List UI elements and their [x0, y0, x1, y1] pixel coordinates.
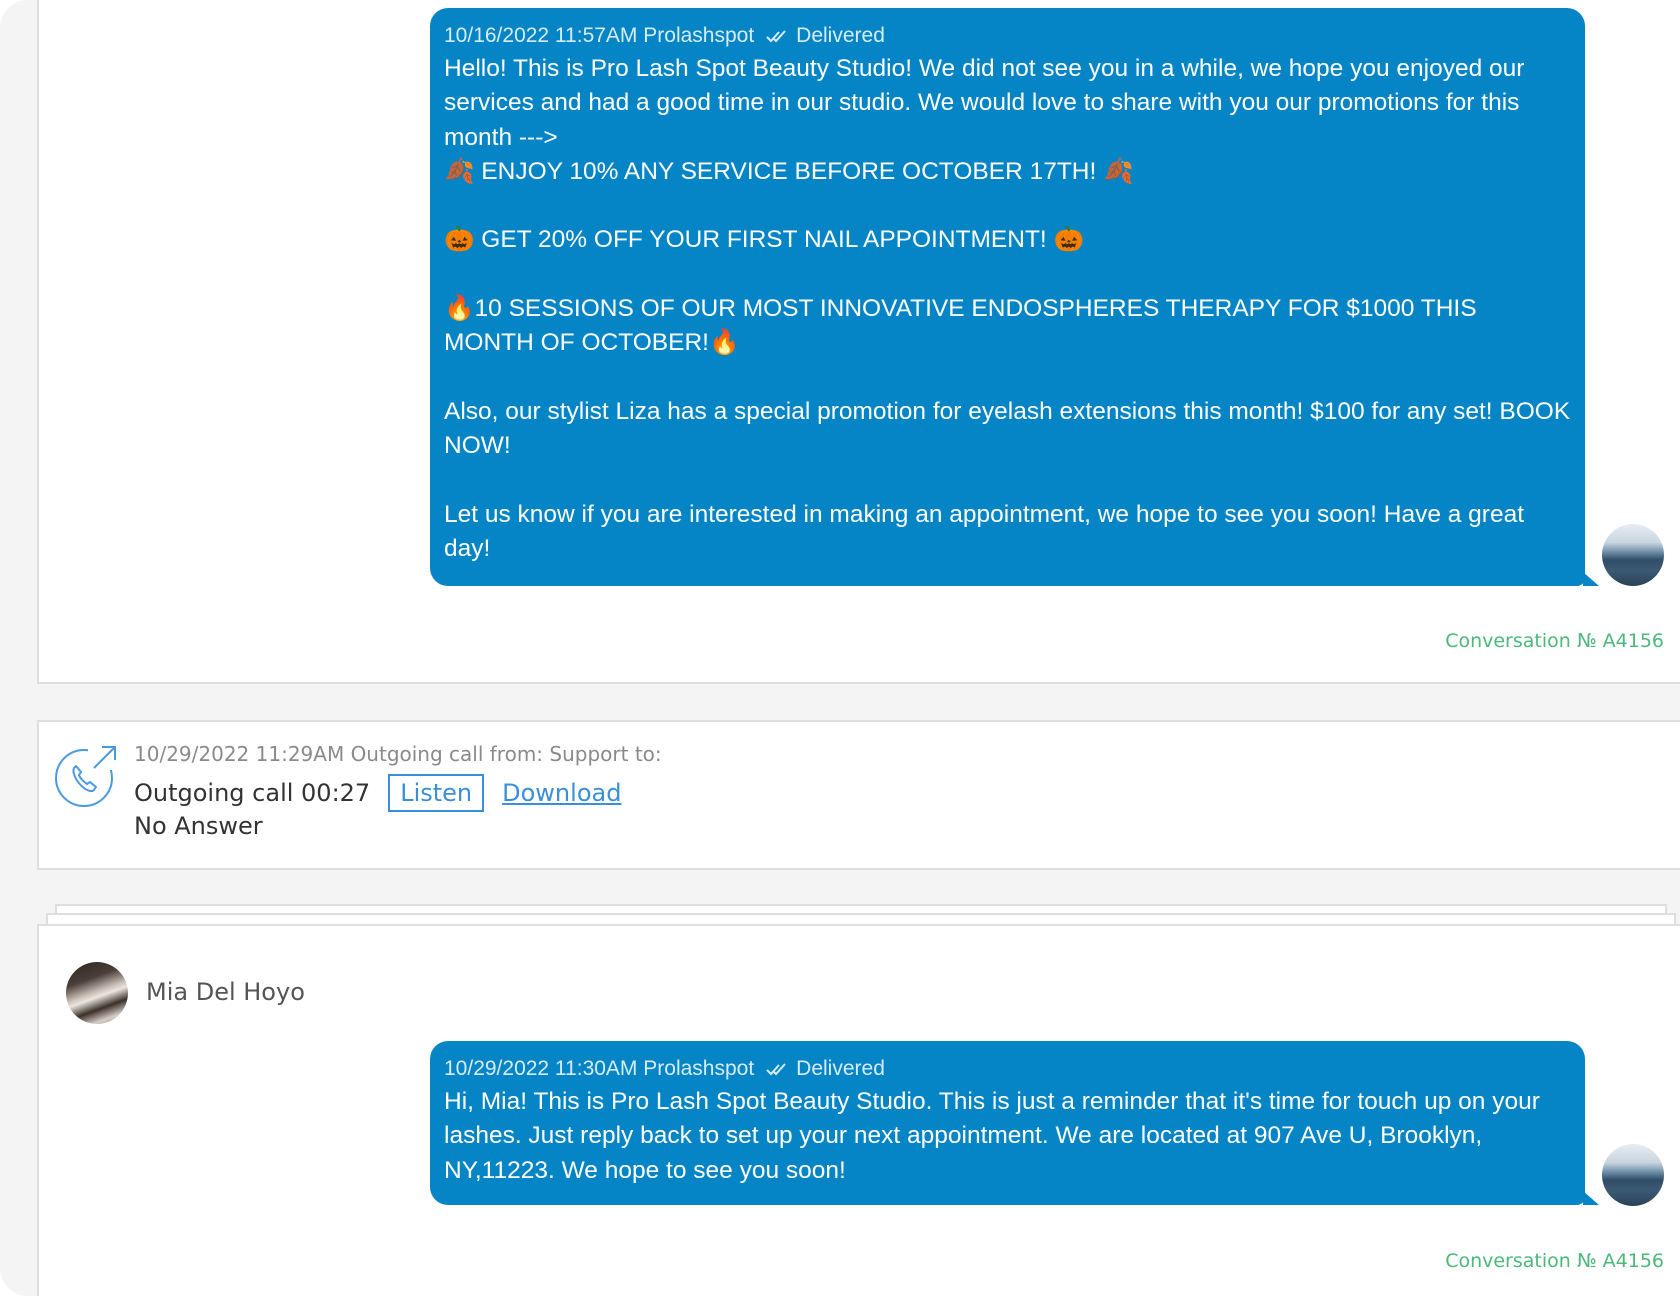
message-timestamp-sender: 10/29/2022 11:30AM Prolashspot	[444, 1057, 755, 1080]
call-duration: Outgoing call 00:27	[134, 779, 371, 807]
conversation-number-link[interactable]: Conversation № A4156	[1445, 630, 1664, 652]
call-meta: 10/29/2022 11:29AM Outgoing call from: S…	[134, 742, 662, 766]
sender-avatar	[1602, 1144, 1664, 1206]
message-body: Hello! This is Pro Lash Spot Beauty Stud…	[444, 55, 1571, 563]
delivered-check-icon	[766, 1055, 790, 1083]
sender-avatar	[1602, 524, 1664, 586]
conversation-timeline: 10/16/2022 11:57AM Prolashspot Delivered…	[0, 0, 1680, 1296]
outgoing-message-bubble: 10/29/2022 11:30AM Prolashspot Delivered…	[430, 1041, 1599, 1205]
contact-name[interactable]: Mia Del Hoyo	[146, 978, 305, 1006]
message-timestamp-sender: 10/16/2022 11:57AM Prolashspot	[444, 24, 755, 47]
call-row: Outgoing call 00:27 Listen Download	[134, 774, 621, 812]
delivery-status: Delivered	[796, 1057, 885, 1080]
outgoing-message-bubble: 10/16/2022 11:57AM Prolashspot Delivered…	[430, 8, 1599, 586]
message-body: Hi, Mia! This is Pro Lash Spot Beauty St…	[444, 1088, 1547, 1184]
call-status: No Answer	[134, 812, 263, 840]
download-link[interactable]: Download	[502, 779, 621, 807]
delivered-check-icon	[766, 22, 790, 50]
listen-button[interactable]: Listen	[388, 774, 485, 812]
contact-avatar[interactable]	[66, 962, 128, 1024]
message-meta: 10/16/2022 11:57AM Prolashspot Delivered	[444, 22, 1571, 52]
message-meta: 10/29/2022 11:30AM Prolashspot Delivered	[444, 1055, 1571, 1085]
delivery-status: Delivered	[796, 24, 885, 47]
conversation-number-link[interactable]: Conversation № A4156	[1445, 1250, 1664, 1272]
outgoing-call-icon	[54, 742, 120, 808]
